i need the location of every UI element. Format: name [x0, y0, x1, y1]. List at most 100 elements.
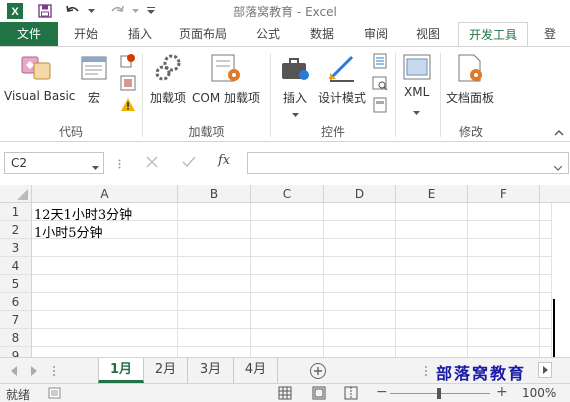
page-layout-view-icon[interactable]: [312, 386, 326, 402]
select-all-corner[interactable]: [0, 185, 32, 203]
macro-security-icon[interactable]: [120, 97, 136, 113]
more-sheets-left-icon[interactable]: [52, 365, 56, 377]
column-header[interactable]: A: [32, 185, 178, 203]
vertical-scrollbar[interactable]: [551, 203, 570, 357]
row-header[interactable]: 1: [0, 203, 32, 221]
watermark-text: 部落窝教育: [436, 364, 527, 383]
column-header[interactable]: F: [468, 185, 540, 203]
properties-icon[interactable]: [372, 53, 388, 69]
row-header[interactable]: 2: [0, 221, 32, 239]
more-sheets-right-icon[interactable]: [424, 365, 428, 377]
xml-button[interactable]: XML: [404, 85, 429, 99]
row-header[interactable]: 9: [0, 347, 32, 357]
normal-view-icon[interactable]: [278, 386, 292, 402]
document-panel-button[interactable]: 文档面板: [446, 89, 494, 106]
record-macro-icon[interactable]: [120, 53, 136, 69]
gridline: [32, 256, 552, 257]
formula-input[interactable]: [247, 152, 569, 174]
cancel-icon[interactable]: [146, 156, 160, 170]
column-header[interactable]: B: [178, 185, 251, 203]
relative-references-icon[interactable]: [120, 75, 136, 91]
insert-controls-icon[interactable]: [280, 53, 312, 85]
gridline: [32, 328, 552, 329]
macros-icon[interactable]: [80, 53, 112, 85]
scroll-sheets-right-icon[interactable]: [30, 365, 40, 376]
chevron-down-icon[interactable]: [413, 105, 421, 115]
chevron-down-icon[interactable]: [292, 107, 300, 117]
cell-a2[interactable]: 1小时5分钟: [34, 222, 103, 241]
gridline: [177, 203, 178, 357]
group-label-add-ins: 加载项: [188, 125, 225, 139]
view-code-icon[interactable]: [372, 75, 388, 91]
title-bar: X 部落窝教育 - Excel: [0, 0, 570, 22]
gridline: [395, 203, 396, 357]
macro-recording-icon[interactable]: [48, 387, 62, 402]
com-add-ins-icon[interactable]: [210, 53, 244, 85]
group-label-controls: 控件: [320, 125, 345, 139]
group-label-code: 代码: [58, 125, 83, 139]
sheet-tab-2[interactable]: 2月: [144, 358, 188, 383]
row-header[interactable]: 8: [0, 329, 32, 347]
column-header[interactable]: D: [324, 185, 396, 203]
macros-button[interactable]: 宏: [88, 89, 100, 106]
tab-view[interactable]: 视图: [406, 22, 450, 46]
tab-review[interactable]: 审阅: [354, 22, 398, 46]
run-dialog-icon[interactable]: [372, 97, 388, 113]
sheet-tab-3[interactable]: 3月: [188, 358, 234, 383]
com-add-ins-button[interactable]: COM 加载项: [192, 89, 260, 106]
add-ins-icon[interactable]: [154, 53, 184, 85]
visual-basic-button[interactable]: Visual Basic: [4, 89, 75, 103]
worksheet-grid[interactable]: A B C D E F 1 2 3 4 5 6 7 8 9 12天1小时3分钟 …: [0, 185, 570, 357]
collapse-ribbon-icon[interactable]: [554, 125, 566, 136]
visual-basic-icon[interactable]: [20, 53, 56, 85]
zoom-in-icon[interactable]: +: [496, 384, 508, 400]
status-ready: 就绪: [6, 388, 31, 402]
gridline: [539, 203, 540, 357]
row-header[interactable]: 7: [0, 311, 32, 329]
xml-icon[interactable]: [402, 53, 432, 83]
tab-formulas[interactable]: 公式: [246, 22, 290, 46]
sheet-tab-1[interactable]: 1月: [98, 358, 144, 383]
row-header[interactable]: 3: [0, 239, 32, 257]
gridline: [32, 292, 552, 293]
insert-controls-button[interactable]: 插入: [283, 89, 307, 106]
row-header[interactable]: 5: [0, 275, 32, 293]
gridline: [32, 310, 552, 311]
tab-sign-in[interactable]: 登: [538, 22, 570, 46]
add-ins-button[interactable]: 加载项: [150, 89, 186, 106]
zoom-level[interactable]: 100%: [522, 386, 556, 400]
column-header[interactable]: [540, 185, 570, 203]
zoom-out-icon[interactable]: −: [376, 384, 388, 400]
design-mode-icon[interactable]: [326, 53, 358, 85]
new-sheet-icon[interactable]: [309, 362, 327, 380]
chevron-down-icon[interactable]: [553, 160, 563, 174]
row-header[interactable]: 4: [0, 257, 32, 275]
sheet-tab-bar: 1月 2月 3月 4月 部落窝教育: [0, 357, 570, 383]
page-break-view-icon[interactable]: [344, 386, 358, 402]
tab-insert[interactable]: 插入: [118, 22, 162, 46]
tab-data[interactable]: 数据: [300, 22, 344, 46]
tab-developer[interactable]: 开发工具: [458, 22, 528, 47]
design-mode-button[interactable]: 设计模式: [318, 89, 366, 106]
tab-page-layout[interactable]: 页面布局: [170, 22, 236, 46]
column-header[interactable]: E: [396, 185, 468, 203]
row-header[interactable]: 6: [0, 293, 32, 311]
chevron-down-icon[interactable]: [92, 160, 99, 174]
gridline: [323, 203, 324, 357]
zoom-slider-thumb[interactable]: [437, 388, 441, 399]
name-box[interactable]: C2: [4, 152, 104, 174]
formula-bar: C2 fx: [0, 142, 570, 182]
scroll-sheets-left-icon[interactable]: [10, 365, 20, 376]
ribbon: Visual Basic 宏 代码 加载项 COM 加载项 加载项 插入 设计模…: [0, 46, 570, 142]
column-header[interactable]: C: [251, 185, 324, 203]
enter-icon[interactable]: [182, 156, 196, 170]
insert-function-button[interactable]: fx: [218, 153, 230, 168]
sheet-tab-4[interactable]: 4月: [234, 358, 278, 383]
tab-file[interactable]: 文件: [0, 22, 58, 46]
tab-home[interactable]: 开始: [64, 22, 108, 46]
zoom-slider[interactable]: [390, 388, 490, 399]
document-panel-icon[interactable]: [456, 53, 486, 85]
scroll-right-button[interactable]: [538, 362, 552, 378]
cell-a1[interactable]: 12天1小时3分钟: [34, 204, 132, 223]
scrollbar-thumb[interactable]: [553, 299, 555, 357]
